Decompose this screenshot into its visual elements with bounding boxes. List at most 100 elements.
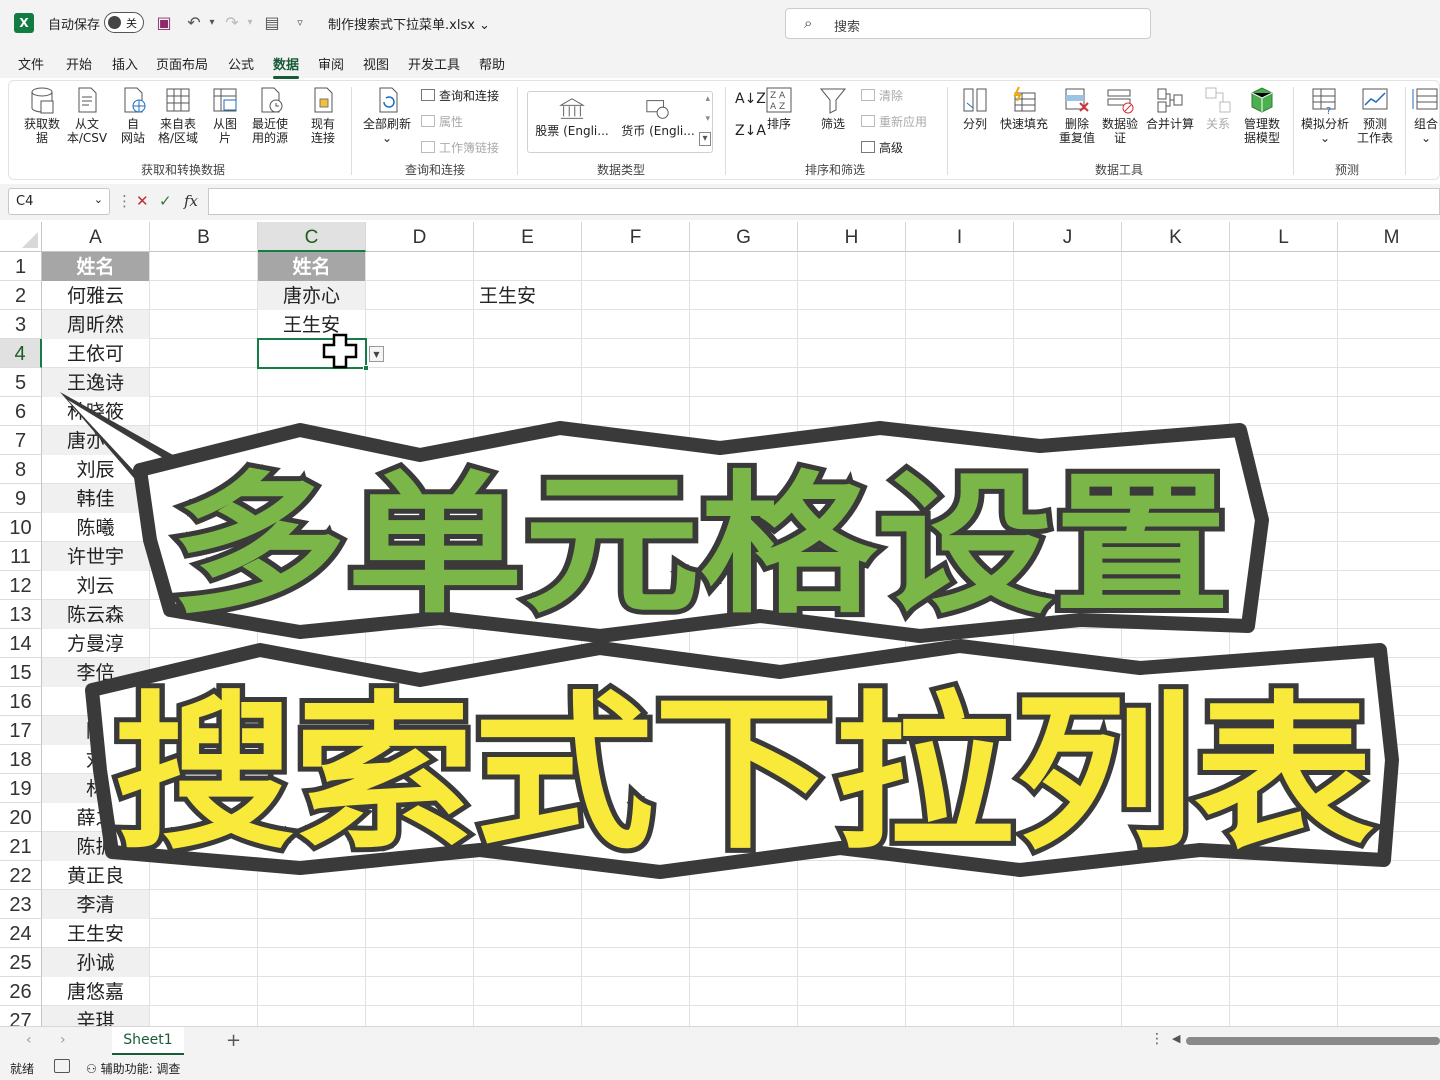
filter-button[interactable]: 筛选: [815, 85, 851, 131]
formula-input[interactable]: [208, 188, 1440, 215]
row-header-16[interactable]: 16: [0, 687, 42, 716]
table-cell[interactable]: 王逸诗: [42, 368, 149, 397]
recent-sources-button[interactable]: 最近使 用的源: [247, 85, 293, 145]
add-sheet-icon[interactable]: +: [226, 1030, 241, 1051]
tab-view[interactable]: 视图: [363, 54, 389, 73]
column-header-h[interactable]: H: [798, 222, 906, 252]
table-cell[interactable]: 薛之: [42, 803, 149, 832]
row-header-14[interactable]: 14: [0, 629, 42, 658]
manage-data-model-button[interactable]: 管理数 据模型: [1239, 85, 1285, 145]
table-cell[interactable]: 何雅云: [42, 281, 149, 310]
refresh-all-button[interactable]: 全部刷新 ⌄: [359, 85, 415, 145]
prev-sheet-icon[interactable]: ‹: [26, 1032, 32, 1048]
row-header-15[interactable]: 15: [0, 658, 42, 687]
table-cell[interactable]: 方曼淳: [42, 629, 149, 658]
tab-developer[interactable]: 开发工具: [408, 54, 460, 73]
table-cell[interactable]: 李清: [42, 890, 149, 919]
tab-file[interactable]: 文件: [18, 54, 44, 73]
flash-fill-button[interactable]: 快速填充: [997, 85, 1051, 131]
get-data-button[interactable]: 获取数 据: [19, 85, 65, 145]
gallery-more-icon[interactable]: ▾: [699, 132, 711, 146]
form-icon[interactable]: ▤: [262, 13, 282, 33]
column-header-f[interactable]: F: [582, 222, 690, 252]
row-header-18[interactable]: 18: [0, 745, 42, 774]
undo-dropdown-icon[interactable]: ▾: [202, 13, 222, 33]
group-button[interactable]: 组合 ⌄: [1411, 85, 1440, 145]
table-cell[interactable]: 林晓筱: [42, 397, 149, 426]
column-header-c[interactable]: C: [258, 222, 366, 252]
tab-review[interactable]: 审阅: [318, 54, 344, 73]
row-header-27[interactable]: 27: [0, 1006, 42, 1026]
column-header-m[interactable]: M: [1338, 222, 1440, 252]
redo-icon[interactable]: ↷: [222, 13, 242, 33]
name-box-dropdown-icon[interactable]: ⌄: [94, 193, 103, 206]
column-header-g[interactable]: G: [690, 222, 798, 252]
row-header-10[interactable]: 10: [0, 513, 42, 542]
enter-icon[interactable]: ✓: [159, 192, 172, 210]
queries-connections-button[interactable]: 查询和连接: [421, 87, 499, 104]
table-cell[interactable]: 林: [42, 687, 149, 716]
table-cell[interactable]: 唐亦心: [258, 281, 365, 310]
row-header-5[interactable]: 5: [0, 368, 42, 397]
table-cell[interactable]: 许世宇: [42, 542, 149, 571]
row-header-3[interactable]: 3: [0, 310, 42, 339]
name-box[interactable]: C4 ⌄: [8, 188, 110, 215]
column-header-i[interactable]: I: [906, 222, 1014, 252]
currency-button[interactable]: 货币 (Engli...: [620, 96, 696, 138]
row-header-22[interactable]: 22: [0, 861, 42, 890]
gallery-up-icon[interactable]: ▴: [705, 94, 710, 104]
what-if-analysis-button[interactable]: ? 模拟分析 ⌄: [1299, 85, 1351, 145]
advanced-filter-button[interactable]: 高级: [861, 139, 903, 156]
stocks-button[interactable]: 股票 (Engli...: [534, 96, 610, 138]
row-header-23[interactable]: 23: [0, 890, 42, 919]
result-cell[interactable]: 王生安: [474, 281, 581, 310]
row-header-24[interactable]: 24: [0, 919, 42, 948]
insert-function-icon[interactable]: fx: [184, 192, 198, 210]
consolidate-button[interactable]: 合并计算: [1143, 85, 1197, 131]
table-cell[interactable]: 林: [42, 774, 149, 803]
row-header-7[interactable]: 7: [0, 426, 42, 455]
cancel-icon[interactable]: ✕: [136, 192, 149, 210]
row-header-25[interactable]: 25: [0, 948, 42, 977]
autosave-toggle[interactable]: 关: [104, 12, 144, 33]
sheet-tab-sheet1[interactable]: Sheet1: [112, 1027, 184, 1055]
tab-page-layout[interactable]: 页面布局: [156, 54, 208, 73]
table-cell[interactable]: 刘辰: [42, 455, 149, 484]
horizontal-scrollbar[interactable]: [1186, 1037, 1440, 1045]
header-cell[interactable]: 姓名: [258, 252, 365, 281]
row-header-17[interactable]: 17: [0, 716, 42, 745]
table-cell[interactable]: 王生安: [42, 919, 149, 948]
row-header-13[interactable]: 13: [0, 600, 42, 629]
row-header-8[interactable]: 8: [0, 455, 42, 484]
properties-button[interactable]: 属性: [421, 113, 463, 130]
column-header-b[interactable]: B: [150, 222, 258, 252]
row-header-26[interactable]: 26: [0, 977, 42, 1006]
row-header-9[interactable]: 9: [0, 484, 42, 513]
from-picture-button[interactable]: 从图 片: [207, 85, 243, 145]
tab-data[interactable]: 数据: [273, 54, 300, 79]
row-header-11[interactable]: 11: [0, 542, 42, 571]
scroll-left-icon[interactable]: ◀: [1172, 1032, 1180, 1045]
table-cell[interactable]: 辛琪: [42, 1006, 149, 1026]
column-header-l[interactable]: L: [1230, 222, 1338, 252]
gallery-down-icon[interactable]: ▾: [705, 114, 710, 124]
existing-connections-button[interactable]: 现有 连接: [305, 85, 341, 145]
from-text-csv-button[interactable]: 从文 本/CSV: [65, 85, 109, 145]
table-cell[interactable]: 陈曦: [42, 513, 149, 542]
row-header-2[interactable]: 2: [0, 281, 42, 310]
table-cell[interactable]: 韩佳: [42, 484, 149, 513]
customize-toolbar-icon[interactable]: ▿: [290, 13, 310, 33]
select-all-button[interactable]: [0, 222, 42, 252]
fill-handle[interactable]: [363, 365, 369, 371]
workbook-links-button[interactable]: 工作簿链接: [421, 139, 499, 156]
search-box[interactable]: ⌕ 搜索: [785, 8, 1151, 39]
sheet-options-icon[interactable]: ⋮: [1150, 1031, 1164, 1047]
save-icon[interactable]: ▣: [154, 13, 174, 33]
table-cell[interactable]: 陈: [42, 716, 149, 745]
row-header-21[interactable]: 21: [0, 832, 42, 861]
table-cell[interactable]: 黄正良: [42, 861, 149, 890]
tab-insert[interactable]: 插入: [112, 54, 138, 73]
table-cell[interactable]: 陈云森: [42, 600, 149, 629]
relationships-button[interactable]: 关系: [1201, 85, 1235, 131]
table-cell[interactable]: 孙诚: [42, 948, 149, 977]
